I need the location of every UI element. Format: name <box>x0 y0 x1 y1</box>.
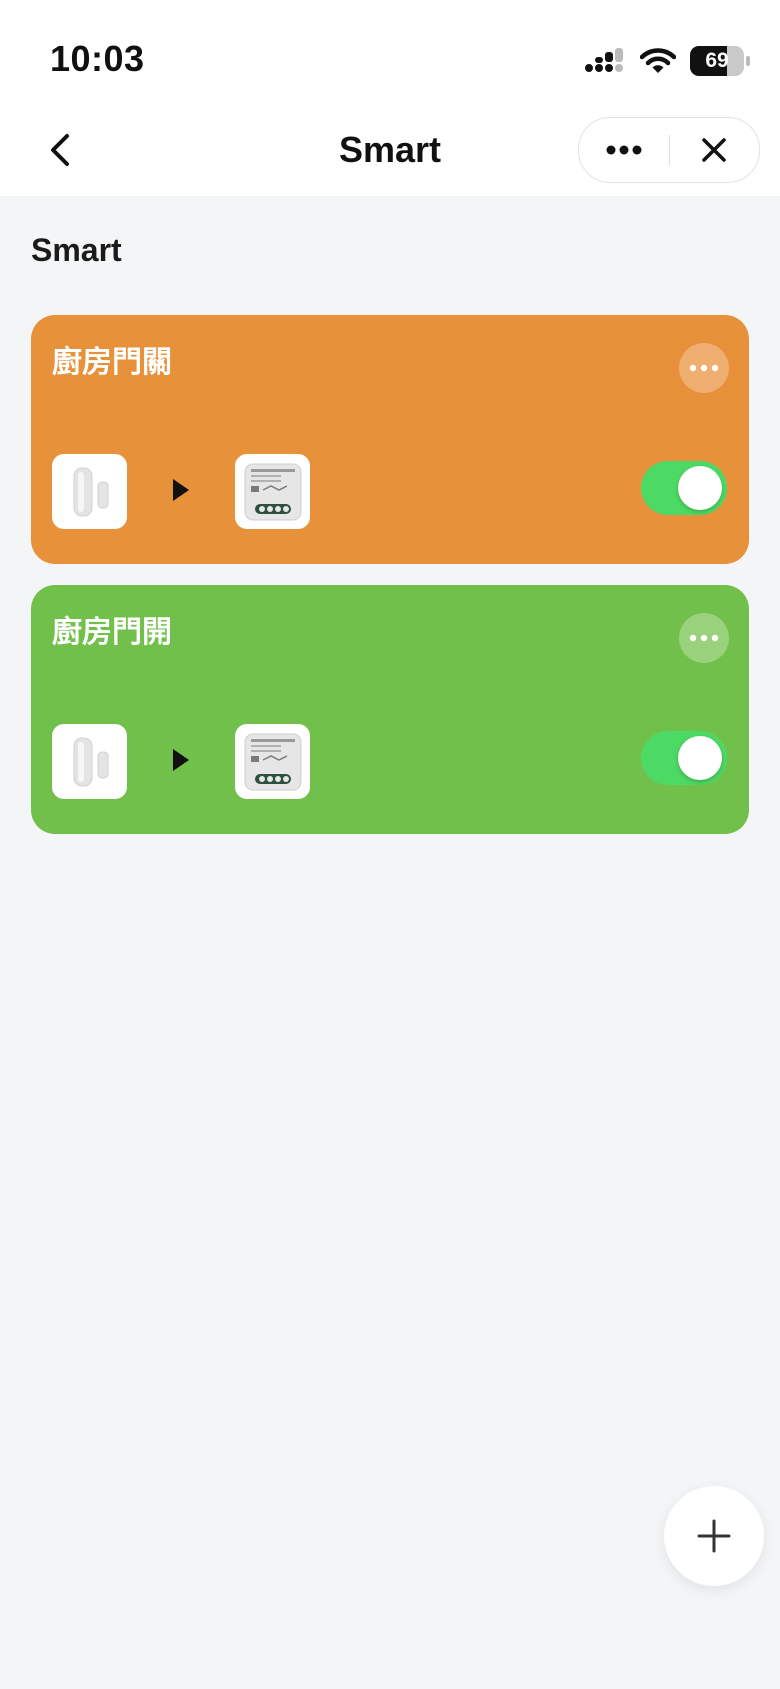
scene-toggle[interactable] <box>641 731 727 785</box>
switch-module-thumbnail <box>235 724 310 799</box>
battery-icon: 69 <box>690 46 750 76</box>
mini-program-capsule <box>578 117 760 183</box>
scene-card[interactable]: 廚房門開 <box>31 585 749 834</box>
scene-card[interactable]: 廚房門關 <box>31 315 749 564</box>
scene-name: 廚房門關 <box>52 345 172 380</box>
trigger-arrow-icon <box>173 749 189 771</box>
scene-toggle[interactable] <box>641 461 727 515</box>
scene-more-button[interactable] <box>679 343 729 393</box>
battery-level: 69 <box>705 49 729 72</box>
plus-icon <box>697 1519 731 1553</box>
status-time: 10:03 <box>50 38 145 79</box>
switch-module-icon <box>244 733 301 790</box>
signal-icon <box>585 48 623 72</box>
door-sensor-thumbnail <box>52 454 127 529</box>
toggle-knob <box>678 736 722 780</box>
scene-more-button[interactable] <box>679 613 729 663</box>
trigger-arrow-icon <box>173 479 189 501</box>
ellipsis-icon <box>689 364 719 372</box>
section-title: Smart <box>31 232 122 268</box>
wifi-icon <box>640 48 676 73</box>
door-sensor-icon <box>73 467 108 516</box>
close-button[interactable] <box>670 118 760 182</box>
ellipsis-icon <box>689 634 719 642</box>
toggle-knob <box>678 466 722 510</box>
ellipsis-icon <box>606 145 642 155</box>
switch-module-thumbnail <box>235 454 310 529</box>
more-button[interactable] <box>579 118 669 182</box>
top-bar: 10:03 69 Smart <box>0 0 780 196</box>
door-sensor-thumbnail <box>52 724 127 799</box>
close-icon <box>702 138 726 162</box>
add-scene-button[interactable] <box>664 1486 764 1586</box>
switch-module-icon <box>244 463 301 520</box>
scene-name: 廚房門開 <box>52 615 172 650</box>
door-sensor-icon <box>73 737 108 786</box>
status-icons: 69 <box>584 44 750 78</box>
